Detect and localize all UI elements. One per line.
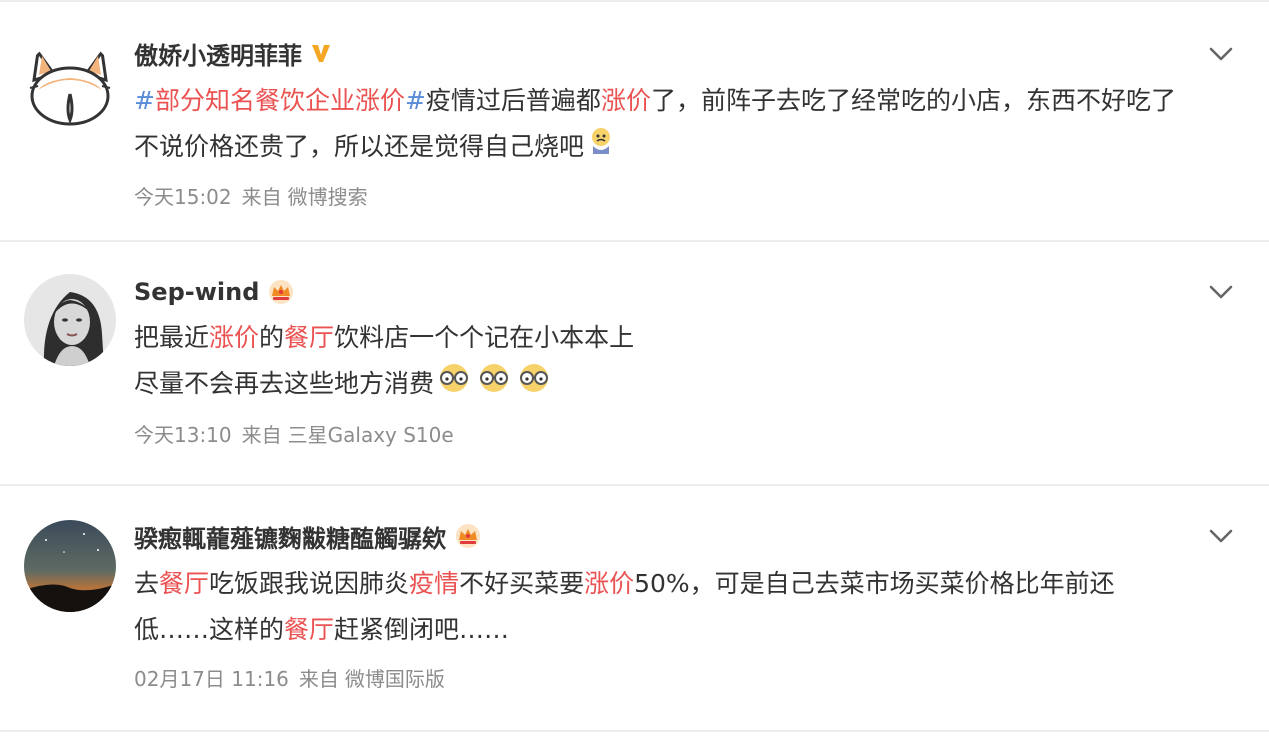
chevron-down-icon[interactable] (1207, 40, 1235, 68)
text-segment: 饮料店一个个记在小本本上 (334, 323, 635, 352)
text-segment: 不好买菜要 (459, 569, 585, 598)
avatar[interactable] (24, 40, 116, 132)
post-text-line-1: 把最近涨价的餐厅饮料店一个个记在小本本上 (134, 315, 1214, 361)
divider (0, 730, 1269, 732)
post-meta: 今天13:10 来自 三星Galaxy S10e (134, 419, 454, 448)
post-2: Sep-wind 把最近涨价的餐厅饮料店一个个记在小本本上 尽量不会再去这些地方… (0, 242, 1269, 484)
crown-icon (454, 523, 482, 549)
text-segment: 吃饭跟我说因肺炎 (209, 569, 410, 598)
username-link[interactable]: 傲娇小透明菲菲 (134, 36, 302, 71)
from-label: 来自 (241, 185, 282, 209)
eyeglasses-emoji (516, 362, 552, 408)
eyeglasses-emoji (436, 362, 472, 408)
text-segment: 的 (259, 323, 285, 352)
portrait-avatar (24, 274, 116, 366)
text-segment: 尽量不会再去这些地方消费 (134, 369, 435, 398)
post-meta: 今天15:02 来自 微博搜索 (134, 181, 368, 210)
text-segment: 赶紧倒闭吧…… (334, 615, 510, 644)
name-row: 骙瘛輒蘢薤镳麴黻糖醢觸骣欸 (134, 518, 482, 554)
source-label[interactable]: 三星Galaxy S10e (288, 423, 454, 447)
keyword-link[interactable]: 餐厅 (284, 323, 334, 352)
text-segment: 疫情过后普遍都 (425, 86, 601, 115)
sad-emoji (588, 125, 614, 171)
crown-icon (267, 279, 295, 305)
chevron-down-icon[interactable] (1207, 522, 1235, 550)
keyword-link[interactable]: 涨价 (584, 569, 634, 598)
avatar[interactable] (24, 274, 116, 366)
chevron-down-icon[interactable] (1207, 278, 1235, 306)
keyword-link[interactable]: 疫情 (409, 569, 459, 598)
post-time[interactable]: 今天15:02 (134, 185, 232, 209)
hashtag-open[interactable]: # (134, 86, 155, 115)
name-row: Sep-wind (134, 274, 295, 310)
keyword-link[interactable]: 餐厅 (284, 615, 334, 644)
hashtag-topic-link[interactable]: 部分知名餐饮企业涨价 (155, 86, 405, 115)
source-label[interactable]: 微博搜索 (288, 185, 368, 209)
eyeglasses-emoji (476, 362, 512, 408)
text-segment: 去 (134, 569, 160, 598)
keyword-link[interactable]: 涨价 (209, 323, 259, 352)
text-segment: 不说价格还贵了，所以还是觉得自己烧吧 (134, 132, 585, 161)
post-text-line-2: 低……这样的餐厅赶紧倒闭吧…… (134, 607, 1214, 653)
night-sky-avatar (24, 520, 116, 612)
keyword-link[interactable]: 餐厅 (159, 569, 209, 598)
post-text-line-1: #部分知名餐饮企业涨价#疫情过后普遍都涨价了，前阵子去吃了经常吃的小店，东西不好… (134, 78, 1214, 124)
avatar[interactable] (24, 520, 116, 612)
post-text-line-2: 尽量不会再去这些地方消费 (134, 361, 1214, 408)
post-1: 傲娇小透明菲菲 #部分知名餐饮企业涨价#疫情过后普遍都涨价了，前阵子去吃了经常吃… (0, 0, 1269, 240)
keyword-link[interactable]: 涨价 (601, 86, 651, 115)
post-text-line-1: 去餐厅吃饭跟我说因肺炎疫情不好买菜要涨价50%，可是自己去菜市场买菜价格比年前还 (134, 561, 1214, 607)
post-3: 骙瘛輒蘢薤镳麴黻糖醢觸骣欸 去餐厅吃饭跟我说因肺炎疫情不好买菜要涨价50%，可是… (0, 486, 1269, 730)
source-label[interactable]: 微博国际版 (345, 667, 445, 691)
corgi-avatar (24, 40, 116, 132)
text-segment: 50%，可是自己去菜市场买菜价格比年前还 (634, 569, 1115, 598)
post-time[interactable]: 02月17日 11:16 (134, 667, 289, 691)
text-segment: 了，前阵子去吃了经常吃的小店，东西不好吃了 (650, 86, 1176, 115)
username-link[interactable]: 骙瘛輒蘢薤镳麴黻糖醢觸骣欸 (134, 519, 446, 554)
text-segment: 把最近 (134, 323, 210, 352)
text-segment: 低……这样的 (134, 615, 285, 644)
username-link[interactable]: Sep-wind (134, 278, 259, 306)
hashtag-close[interactable]: # (405, 86, 426, 115)
weibo-feed: 傲娇小透明菲菲 #部分知名餐饮企业涨价#疫情过后普遍都涨价了，前阵子去吃了经常吃… (0, 0, 1269, 742)
from-label: 来自 (241, 423, 282, 447)
post-meta: 02月17日 11:16 来自 微博国际版 (134, 663, 445, 692)
verified-v-icon (310, 42, 332, 64)
post-text-line-2: 不说价格还贵了，所以还是觉得自己烧吧 (134, 124, 1214, 171)
post-time[interactable]: 今天13:10 (134, 423, 232, 447)
from-label: 来自 (298, 667, 339, 691)
name-row: 傲娇小透明菲菲 (134, 35, 332, 71)
